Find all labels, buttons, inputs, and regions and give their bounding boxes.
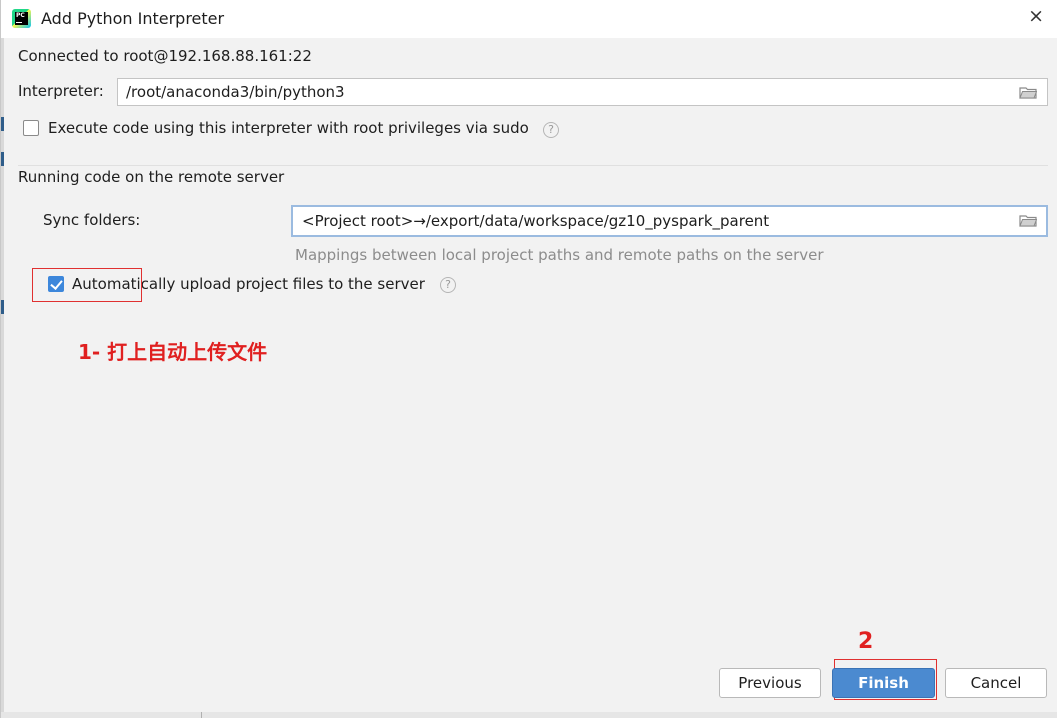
section-divider: [18, 165, 1048, 166]
finish-button[interactable]: Finish: [832, 668, 935, 698]
sync-browse-folder-icon[interactable]: [1019, 214, 1037, 227]
background-mark: [1, 117, 4, 131]
sudo-checkbox[interactable]: [23, 120, 39, 136]
app-icon-underline: [16, 22, 22, 23]
cancel-button[interactable]: Cancel: [945, 668, 1047, 698]
pycharm-logo-icon: PC: [12, 9, 31, 28]
sync-folders-label: Sync folders:: [43, 211, 141, 229]
sync-folders-hint: Mappings between local project paths and…: [295, 246, 824, 264]
app-icon-letters: PC: [16, 12, 25, 19]
background-divider: [201, 712, 202, 718]
annotation-step-1: 1- 打上自动上传文件: [78, 340, 268, 364]
background-mark: [1, 152, 4, 166]
background-mark: [1, 300, 4, 314]
title-bar: PC Add Python Interpreter ×: [1, 0, 1057, 38]
close-icon[interactable]: ×: [1028, 6, 1044, 26]
add-python-interpreter-dialog: PC Add Python Interpreter × Connected to…: [0, 0, 1057, 718]
background-window-bottom: [1, 712, 1057, 718]
sudo-option-label: Execute code using this interpreter with…: [48, 119, 529, 137]
help-icon[interactable]: ?: [543, 122, 559, 138]
annotation-step-2: 2: [858, 629, 874, 654]
browse-folder-icon[interactable]: [1019, 86, 1037, 99]
remote-section-heading: Running code on the remote server: [18, 168, 285, 186]
interpreter-label: Interpreter:: [18, 82, 104, 100]
background-window-strip: [1, 0, 4, 718]
sync-folders-field[interactable]: <Project root>→/export/data/workspace/gz…: [291, 205, 1048, 237]
annotation-box-auto-upload: [32, 268, 142, 302]
connection-status: Connected to root@192.168.88.161:22: [18, 47, 312, 65]
interpreter-path-value: /root/anaconda3/bin/python3: [126, 83, 345, 101]
interpreter-path-field[interactable]: /root/anaconda3/bin/python3: [117, 78, 1048, 106]
window-title: Add Python Interpreter: [41, 9, 225, 28]
previous-button[interactable]: Previous: [719, 668, 821, 698]
sync-folders-value: <Project root>→/export/data/workspace/gz…: [302, 212, 770, 230]
auto-upload-help-icon[interactable]: ?: [440, 277, 456, 293]
